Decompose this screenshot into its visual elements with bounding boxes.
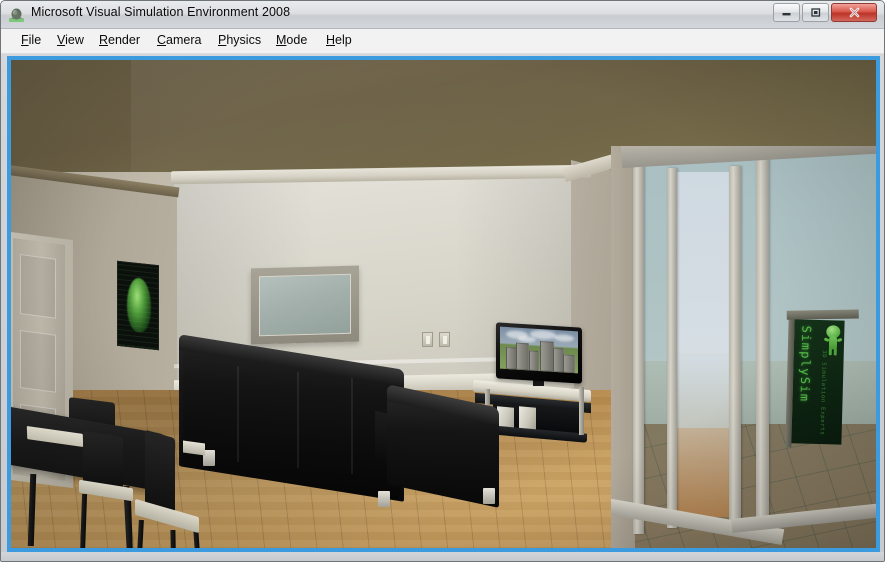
light-switch[interactable] bbox=[439, 331, 450, 348]
menu-item-mode[interactable]: Mode bbox=[276, 33, 307, 47]
sofa-leg bbox=[483, 488, 495, 504]
framed-mirror bbox=[251, 265, 359, 345]
window-title: Microsoft Visual Simulation Environment … bbox=[31, 5, 291, 19]
mascot-leg bbox=[828, 348, 832, 356]
open-door-parapet bbox=[671, 356, 733, 428]
close-icon bbox=[832, 4, 876, 21]
mascot-arm bbox=[836, 337, 843, 343]
tv-building bbox=[529, 350, 539, 371]
menu-item-camera[interactable]: Camera bbox=[157, 33, 201, 47]
door-panel bbox=[20, 330, 56, 393]
mascot-icon bbox=[823, 325, 843, 356]
close-button[interactable] bbox=[831, 3, 877, 22]
door-panel bbox=[20, 254, 56, 319]
menu-item-physics[interactable]: Physics bbox=[218, 33, 261, 47]
banner-cloth: SimplySim 3D Simulation Experts bbox=[791, 319, 845, 445]
mirror-glass bbox=[259, 273, 351, 337]
chair-leg bbox=[135, 519, 144, 548]
banner-subtitle: 3D Simulation Experts bbox=[818, 350, 827, 436]
menu-item-view[interactable]: View bbox=[57, 33, 84, 47]
door-mullion bbox=[756, 156, 769, 536]
light-switch[interactable] bbox=[422, 331, 433, 348]
minimize-icon bbox=[774, 4, 799, 21]
window-bottom-edge bbox=[1, 552, 884, 561]
dining-chair[interactable] bbox=[131, 429, 221, 548]
menu-item-render[interactable]: Render bbox=[99, 33, 140, 47]
door-mullion bbox=[633, 162, 644, 534]
door-mullion bbox=[729, 166, 741, 531]
menu-item-help[interactable]: Help bbox=[326, 33, 352, 47]
simplysim-banner: SimplySim 3D Simulation Experts bbox=[785, 309, 859, 448]
poster-scanlines bbox=[118, 261, 158, 350]
sofa-leg bbox=[378, 491, 390, 507]
tv-building bbox=[563, 354, 575, 374]
tv-building bbox=[540, 341, 554, 372]
tv-screen bbox=[500, 326, 578, 374]
tv-stand-post bbox=[579, 387, 584, 435]
tv-cloud bbox=[518, 335, 536, 343]
dining-set bbox=[11, 397, 217, 548]
door-mullion bbox=[667, 168, 677, 528]
menu-item-file[interactable]: File bbox=[21, 33, 41, 47]
application-window: Microsoft Visual Simulation Environment … bbox=[0, 0, 885, 562]
banner-crossbar bbox=[786, 309, 859, 320]
tv-cloud bbox=[554, 333, 574, 343]
restore-icon bbox=[803, 4, 828, 21]
banner-title: SimplySim bbox=[797, 325, 814, 403]
chair-leg bbox=[79, 493, 88, 548]
open-door-gap bbox=[671, 172, 733, 517]
chair-leg bbox=[170, 529, 177, 548]
title-bar[interactable]: Microsoft Visual Simulation Environment … bbox=[1, 1, 884, 29]
wall-poster bbox=[117, 260, 159, 351]
leather-sofa[interactable] bbox=[179, 334, 509, 508]
sofa-cushion-seam bbox=[297, 371, 299, 469]
render-viewport[interactable]: SimplySim 3D Simulation Experts bbox=[11, 60, 876, 548]
viewport-frame[interactable]: SimplySim 3D Simulation Experts bbox=[7, 56, 880, 552]
table-leg bbox=[27, 473, 37, 547]
menu-bar: File View Render Camera Physics Mode Hel… bbox=[1, 29, 884, 54]
app-icon[interactable] bbox=[8, 6, 25, 23]
restore-button[interactable] bbox=[802, 3, 829, 22]
minimize-button[interactable] bbox=[773, 3, 800, 22]
sofa-cushion-seam bbox=[237, 365, 239, 463]
tv-building bbox=[516, 342, 529, 371]
mascot-leg bbox=[833, 348, 837, 356]
sofa-cushion-seam bbox=[351, 377, 353, 475]
wall-return bbox=[611, 146, 635, 548]
